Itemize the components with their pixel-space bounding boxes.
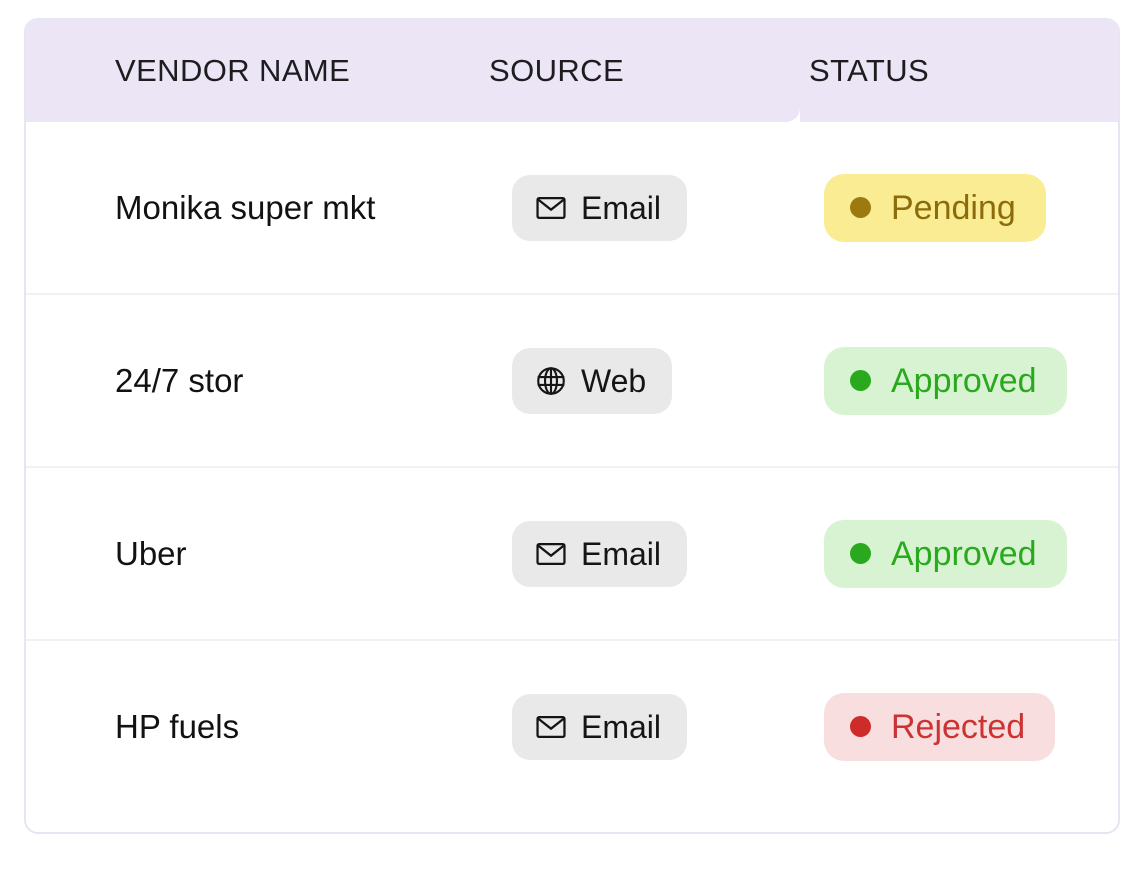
status-label: Pending (891, 188, 1016, 227)
column-header-vendor-name[interactable]: VENDOR NAME (115, 20, 350, 122)
status-cell: Pending (824, 122, 1046, 293)
table-row[interactable]: 24/7 stor Web Approved (26, 295, 1118, 468)
status-dot-icon (850, 716, 871, 737)
source-cell: Email (512, 468, 688, 639)
source-label: Web (581, 362, 647, 399)
status-badge[interactable]: Approved (824, 519, 1067, 588)
status-label: Approved (891, 534, 1037, 573)
status-dot-icon (850, 543, 871, 564)
envelope-icon (534, 191, 568, 225)
table-header-row: VENDOR NAME SOURCE STATUS (26, 20, 1118, 122)
globe-icon (534, 364, 568, 398)
source-badge[interactable]: Web (512, 347, 673, 414)
source-badge[interactable]: Email (512, 174, 688, 241)
envelope-icon (534, 537, 568, 571)
vendor-table: VENDOR NAME SOURCE STATUS Monika super m… (24, 18, 1120, 834)
status-label: Approved (891, 361, 1037, 400)
source-cell: Email (512, 122, 688, 293)
source-label: Email (581, 535, 662, 572)
table-row[interactable]: HP fuels Email Rejected (26, 641, 1118, 812)
table-body: Monika super mkt Email Pending 24/7 stor… (26, 122, 1118, 812)
source-badge[interactable]: Email (512, 520, 688, 587)
source-cell: Web (512, 295, 673, 466)
status-dot-icon (850, 370, 871, 391)
source-cell: Email (512, 641, 688, 812)
status-badge[interactable]: Approved (824, 346, 1067, 415)
status-badge[interactable]: Pending (824, 173, 1046, 242)
status-cell: Approved (824, 295, 1067, 466)
status-cell: Rejected (824, 641, 1056, 812)
source-badge[interactable]: Email (512, 693, 688, 760)
status-label: Rejected (891, 707, 1026, 746)
page-root: VENDOR NAME SOURCE STATUS Monika super m… (0, 0, 1144, 870)
vendor-name-cell: HP fuels (115, 707, 240, 745)
source-label: Email (581, 708, 662, 745)
envelope-icon (534, 710, 568, 744)
status-cell: Approved (824, 468, 1067, 639)
source-label: Email (581, 189, 662, 226)
vendor-name-cell: Monika super mkt (115, 188, 376, 226)
status-badge[interactable]: Rejected (824, 692, 1056, 761)
status-dot-icon (850, 197, 871, 218)
vendor-name-cell: Uber (115, 534, 187, 572)
table-row[interactable]: Monika super mkt Email Pending (26, 122, 1118, 295)
vendor-name-cell: 24/7 stor (115, 361, 244, 399)
table-row[interactable]: Uber Email Approved (26, 468, 1118, 641)
column-header-status[interactable]: STATUS (809, 20, 929, 122)
column-header-source[interactable]: SOURCE (489, 20, 624, 122)
